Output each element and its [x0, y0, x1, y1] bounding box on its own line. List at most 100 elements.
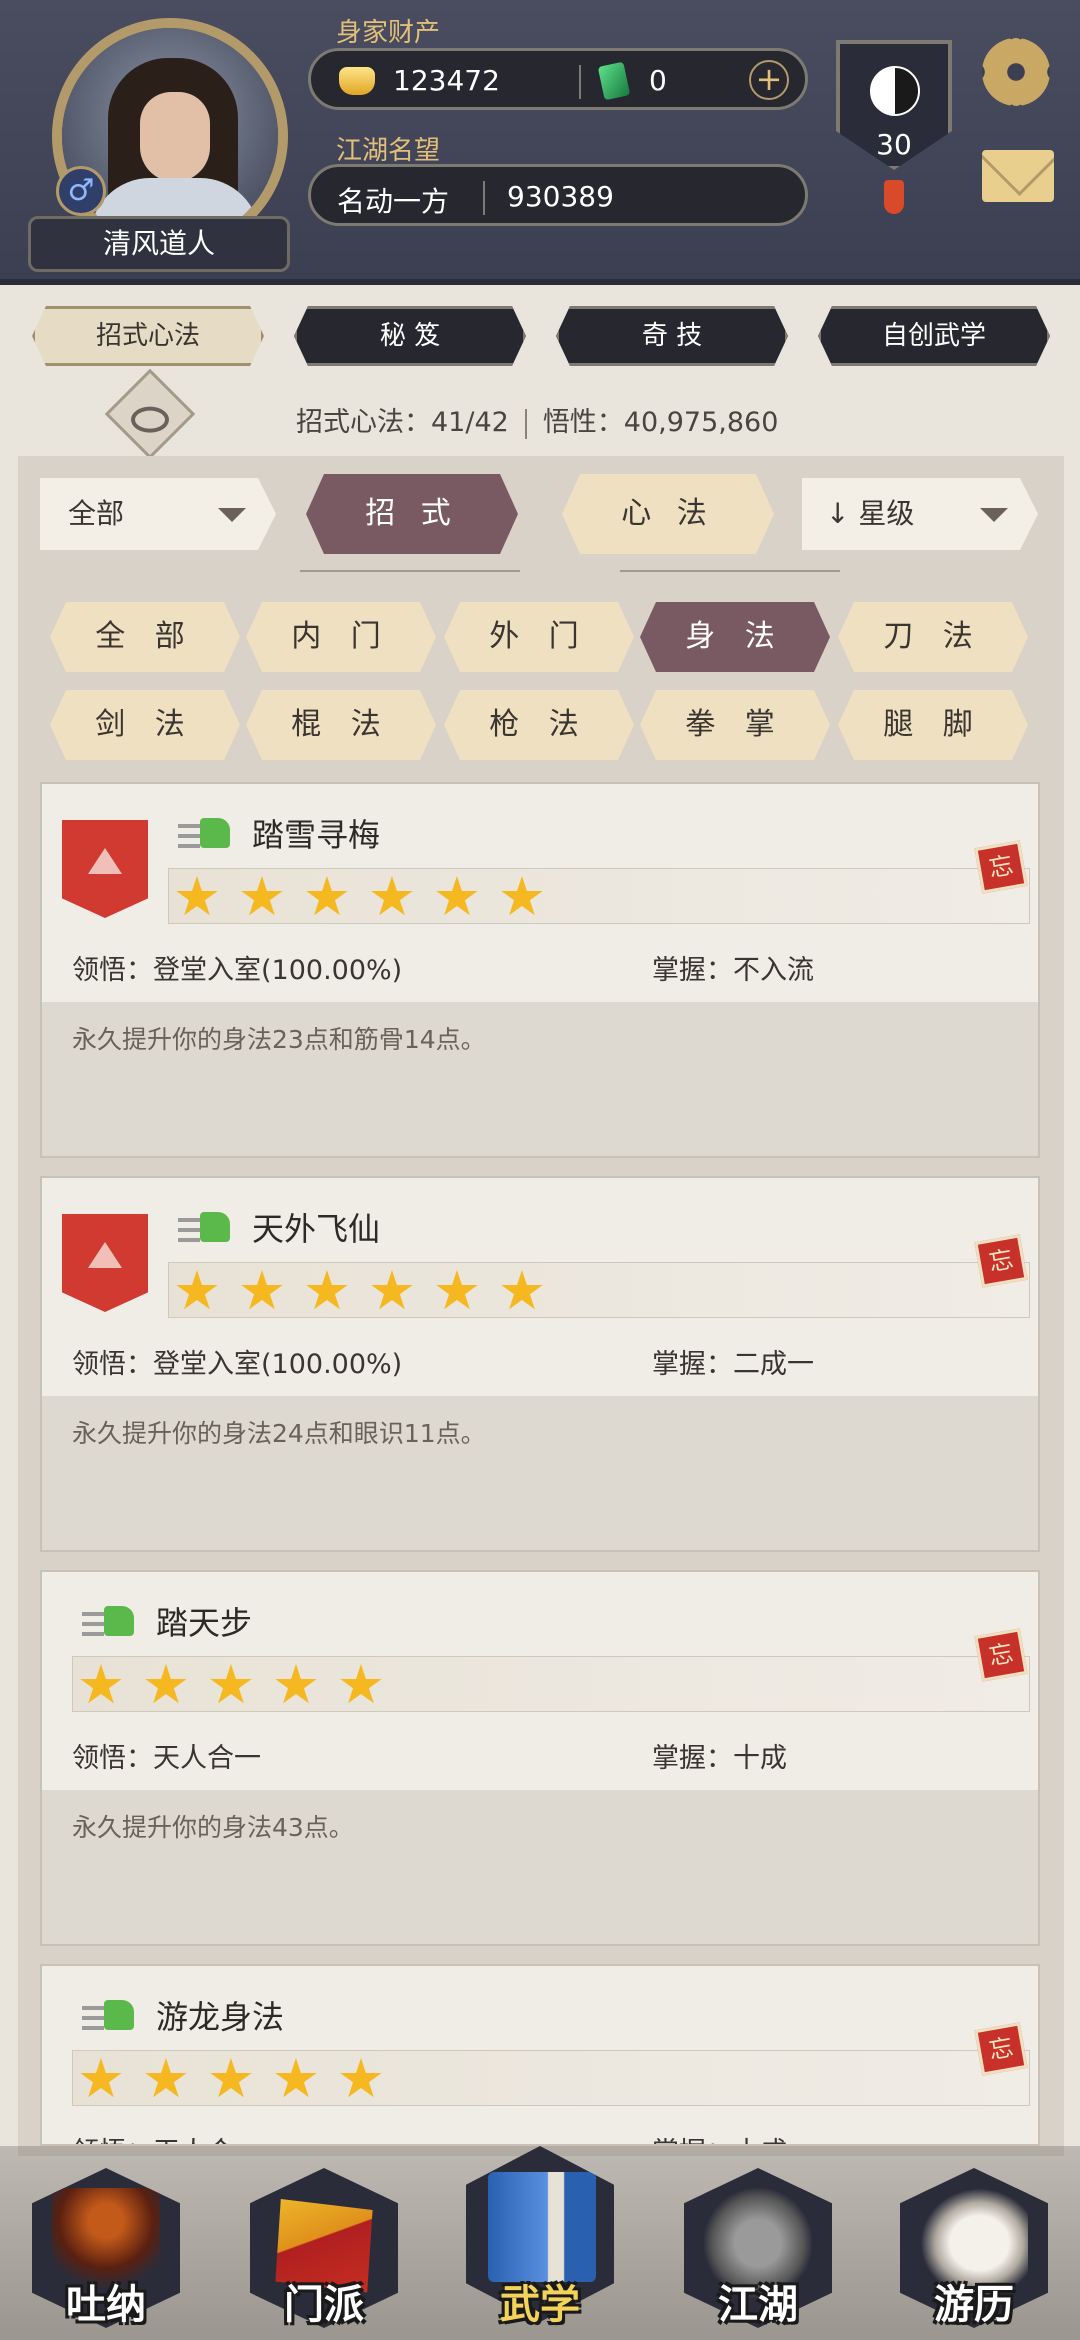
chevron-down-icon [980, 508, 1008, 522]
star-icon: ★ [141, 2047, 191, 2110]
star-icon: ★ [497, 865, 547, 928]
star-icon: ★ [497, 1259, 547, 1322]
sort-dropdown-value: 星级 [858, 497, 915, 530]
star-icon: ★ [76, 2047, 126, 2110]
skill-card[interactable]: 游龙身法 ★★★★★ 领悟：天人合一 掌握：十成 忘 [40, 1964, 1040, 2146]
star-icon: ★ [237, 1259, 287, 1322]
star-rating: ★ ★ ★ ★ ★ [72, 1653, 1030, 1716]
star-icon: ★ [432, 865, 482, 928]
jade-amount: 0 [649, 64, 667, 97]
skill-description: 永久提升你的身法43点。 [72, 1813, 354, 1842]
comprehension-level: 领悟：天人合一 [72, 2130, 261, 2144]
upgrade-arrow-icon[interactable] [62, 1214, 148, 1312]
star-icon: ★ [302, 865, 352, 928]
star-icon: ★ [172, 865, 222, 928]
moves-count: 招式心法：41/42 [296, 407, 509, 438]
skill-description: 永久提升你的身法23点和筋骨14点。 [72, 1025, 486, 1054]
upgrade-arrow-icon[interactable] [62, 820, 148, 918]
category-sword[interactable]: 剑 法 [50, 690, 240, 760]
comprehension-level: 领悟：登堂入室(100.00%) [72, 1349, 403, 1380]
eye-icon[interactable] [104, 368, 196, 460]
reputation-title: 名动一方 [337, 185, 450, 218]
star-rating: ★ ★ ★ ★ ★ ★ [168, 1259, 1030, 1322]
star-icon: ★ [367, 1259, 417, 1322]
category-inner[interactable]: 内 门 [246, 602, 436, 672]
star-icon: ★ [367, 865, 417, 928]
star-icon: ★ [432, 1259, 482, 1322]
category-leg[interactable]: 腿 脚 [838, 690, 1028, 760]
star-icon: ★ [76, 1653, 126, 1716]
star-icon: ★ [336, 2047, 386, 2110]
forget-skill-icon[interactable]: 忘 [974, 840, 1028, 894]
scope-dropdown-value: 全部 [68, 497, 125, 530]
nav-breathing-label: 吐纳 [66, 2282, 146, 2328]
skill-card[interactable]: 天外飞仙 ★ ★ ★ ★ ★ ★ 领悟：登堂入室(100.00%) 掌握：二成一 忘 永久… [40, 1176, 1040, 1552]
star-icon: ★ [206, 1653, 256, 1716]
divider [620, 570, 840, 572]
mode-moves-button[interactable]: 招 式 [306, 474, 518, 554]
category-outer[interactable]: 外 门 [444, 602, 634, 672]
tab-special-skills[interactable]: 奇 技 [556, 306, 788, 366]
yinyang-icon [870, 66, 920, 116]
divider [300, 570, 520, 572]
nav-martial-label: 武学 [500, 2282, 580, 2328]
sort-arrow-icon: ↓ [826, 497, 850, 530]
player-level: 30 [876, 128, 912, 161]
category-fist[interactable]: 拳 掌 [640, 690, 830, 760]
jade-icon [597, 61, 631, 101]
male-gender-icon: ♂ [56, 166, 106, 216]
skill-name: 踏雪寻梅 [252, 816, 381, 854]
nav-sect-label: 门派 [284, 2282, 364, 2328]
insight-value: 悟性：40,975,860 [542, 407, 779, 438]
settings-gear-icon[interactable] [982, 38, 1050, 106]
star-icon: ★ [206, 2047, 256, 2110]
tab-custom-martial[interactable]: 自创武学 [818, 306, 1050, 366]
mode-mind-button[interactable]: 心 法 [562, 474, 774, 554]
mastery-level: 掌握：二成一 [652, 1349, 814, 1380]
sort-dropdown[interactable]: ↓ 星级 [802, 478, 1038, 550]
gold-ingot-icon [339, 67, 375, 95]
tab-secret-manual[interactable]: 秘 笈 [294, 306, 526, 366]
comprehension-level: 领悟：登堂入室(100.00%) [72, 955, 403, 986]
skill-name: 踏天步 [156, 1604, 253, 1642]
profile-header: ♂ 清风道人 身家财产 123472 0 + 江湖名望 名动一方 930389 … [0, 0, 1080, 285]
star-icon: ★ [172, 1259, 222, 1322]
stats-summary: 招式心法：41/42 悟性：40,975,860 [296, 400, 778, 439]
category-all[interactable]: 全 部 [50, 602, 240, 672]
mail-icon[interactable] [982, 150, 1054, 202]
movement-boot-icon [82, 1602, 138, 1642]
star-rating: ★ ★ ★ ★ ★ ★ [168, 865, 1030, 928]
skill-card[interactable]: 踏天步 ★ ★ ★ ★ ★ 领悟：天人合一 掌握：十成 忘 永久提升你的身法43点。 [40, 1570, 1040, 1946]
mastery-level: 掌握：不入流 [652, 955, 814, 986]
skill-card[interactable]: 踏雪寻梅 ★ ★ ★ ★ ★ ★ 领悟：登堂入室(100.00%) 掌握：不入流 忘 永久… [40, 782, 1040, 1158]
player-name: 清风道人 [28, 216, 290, 272]
star-icon: ★ [302, 1259, 352, 1322]
star-rating: ★ ★ ★ ★ ★ [72, 2047, 1030, 2110]
mastery-level: 掌握：十成 [652, 1743, 787, 1774]
scope-dropdown[interactable]: 全部 [40, 478, 276, 550]
nav-jianghu-label: 江湖 [718, 2282, 798, 2328]
star-icon: ★ [336, 1653, 386, 1716]
mastery-level: 掌握：十成 [652, 2130, 787, 2144]
martial-book-icon [488, 2172, 596, 2282]
reputation-label: 江湖名望 [336, 136, 441, 166]
reputation-value: 930389 [507, 180, 614, 213]
category-spear[interactable]: 枪 法 [444, 690, 634, 760]
category-blade[interactable]: 刀 法 [838, 602, 1028, 672]
forget-skill-icon[interactable]: 忘 [974, 1234, 1028, 1288]
skill-description: 永久提升你的身法24点和眼识11点。 [72, 1419, 486, 1448]
category-staff[interactable]: 棍 法 [246, 690, 436, 760]
forget-skill-icon[interactable]: 忘 [974, 2022, 1028, 2076]
tab-moves-mind[interactable]: 招式心法 [32, 306, 264, 366]
add-currency-button[interactable]: + [749, 60, 789, 100]
star-icon: ★ [141, 1653, 191, 1716]
movement-boot-icon [178, 1208, 234, 1248]
chevron-down-icon [218, 508, 246, 522]
movement-boot-icon [178, 814, 234, 854]
nav-travel-label: 游历 [934, 2282, 1014, 2328]
movement-boot-icon [82, 1996, 138, 2036]
reputation-bar: 名动一方 930389 [308, 164, 808, 226]
gold-amount: 123472 [393, 64, 500, 97]
forget-skill-icon[interactable]: 忘 [974, 1628, 1028, 1682]
category-movement[interactable]: 身 法 [640, 602, 830, 672]
